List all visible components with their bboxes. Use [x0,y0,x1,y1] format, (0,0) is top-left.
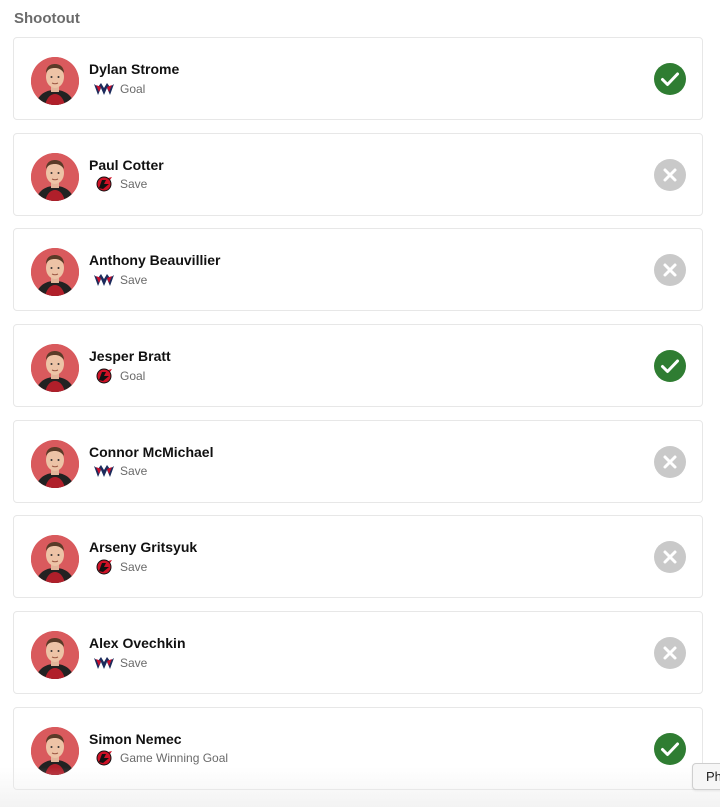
shootout-attempt[interactable]: Jesper Bratt Goal [13,324,703,408]
partial-button[interactable]: Ph [692,763,720,790]
shootout-attempt[interactable]: Alex Ovechkin Save [13,611,703,695]
miss-x-icon [654,158,686,191]
capitals-logo-icon [93,463,115,479]
player-avatar [31,152,79,201]
player-avatar [31,631,79,680]
goal-check-icon [654,732,686,765]
miss-x-icon [654,637,686,670]
capitals-logo-icon [93,272,115,288]
attempt-result: Goal [120,368,146,383]
player-name[interactable]: Paul Cotter [89,157,164,173]
player-name[interactable]: Connor McMichael [89,444,213,460]
attempt-result: Goal [120,81,146,96]
attempt-result: Save [120,655,148,670]
player-avatar [31,726,79,775]
attempt-result: Save [120,559,148,574]
player-name[interactable]: Dylan Strome [89,61,179,77]
shootout-attempt[interactable]: Paul Cotter Save [13,132,703,216]
attempt-result: Save [120,177,148,192]
capitals-logo-icon [93,81,115,97]
shootout-attempt[interactable]: Dylan Strome Goal [13,37,703,120]
player-avatar [31,439,79,488]
miss-x-icon [654,541,686,574]
attempt-result: Save [120,272,148,287]
player-avatar [31,344,79,393]
player-avatar [31,248,79,297]
miss-x-icon [654,254,686,287]
player-avatar [31,535,79,584]
shootout-attempt[interactable]: Connor McMichael Save [13,419,703,503]
player-name[interactable]: Anthony Beauvillier [89,252,220,268]
player-name[interactable]: Simon Nemec [89,731,182,747]
shootout-attempt[interactable]: Arseny Gritsyuk Save [13,515,703,599]
goal-check-icon [654,63,686,95]
devils-logo-icon [93,368,115,384]
shootout-attempt[interactable]: Simon Nemec Game Winning Goal [13,706,703,790]
capitals-logo-icon [93,655,115,671]
player-name[interactable]: Jesper Bratt [89,348,171,364]
miss-x-icon [654,445,686,478]
devils-logo-icon [93,559,115,575]
shootout-attempt[interactable]: Anthony Beauvillier Save [13,228,703,312]
section-title: Shootout [14,10,80,27]
attempt-result: Save [120,464,148,479]
shootout-list: Dylan Strome Goal Paul Cotter Save Antho… [13,37,703,803]
attempt-result: Game Winning Goal [120,751,229,766]
goal-check-icon [654,350,686,383]
player-avatar [31,57,79,105]
player-name[interactable]: Arseny Gritsyuk [89,539,197,555]
devils-logo-icon [93,176,115,192]
player-name[interactable]: Alex Ovechkin [89,635,186,651]
devils-logo-icon [93,750,115,766]
